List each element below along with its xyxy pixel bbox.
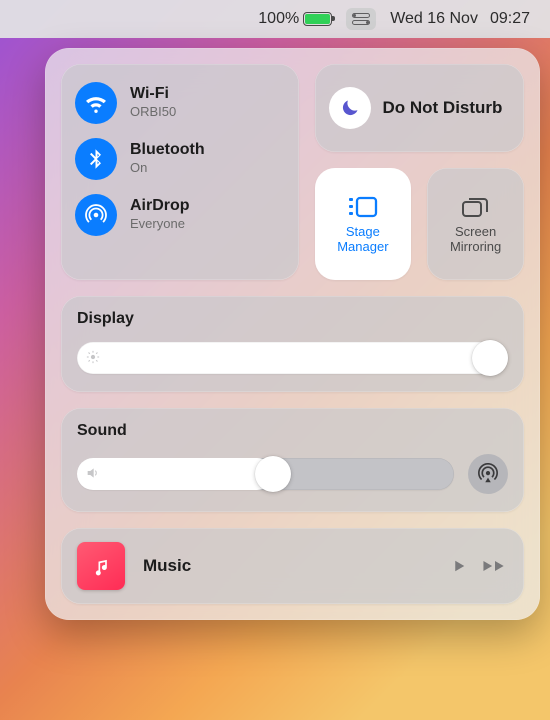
sound-label: Sound (77, 422, 508, 440)
stage-manager-icon (347, 194, 379, 220)
stage-manager-toggle[interactable]: Stage Manager (315, 168, 412, 280)
fast-forward-icon[interactable] (482, 557, 508, 575)
wifi-icon (75, 82, 117, 124)
stage-manager-label: Stage Manager (319, 225, 408, 254)
screen-mirroring-icon (460, 194, 492, 220)
control-center-panel: Wi-Fi ORBI50 Bluetooth On AirDrop (45, 48, 540, 620)
display-slider-thumb[interactable] (472, 340, 508, 376)
airdrop-visibility: Everyone (130, 217, 190, 231)
bluetooth-label: Bluetooth (130, 142, 205, 159)
battery-percent-label: 100% (258, 10, 299, 28)
battery-status[interactable]: 100% (258, 10, 332, 28)
bluetooth-status: On (130, 161, 205, 175)
display-label: Display (77, 310, 508, 328)
sound-volume-slider[interactable] (77, 458, 454, 490)
connectivity-card: Wi-Fi ORBI50 Bluetooth On AirDrop (61, 64, 299, 280)
control-center-menubar-icon[interactable] (346, 8, 376, 30)
volume-icon (85, 465, 103, 483)
airplay-audio-button[interactable] (468, 454, 508, 494)
wifi-label: Wi-Fi (130, 86, 176, 103)
display-brightness-slider[interactable] (77, 342, 508, 374)
airdrop-toggle[interactable]: AirDrop Everyone (75, 187, 285, 243)
wifi-toggle[interactable]: Wi-Fi ORBI50 (75, 75, 285, 131)
battery-icon (303, 12, 332, 26)
sound-card: Sound (61, 408, 524, 512)
music-app-icon (77, 542, 125, 590)
screen-mirroring-label: Screen Mirroring (431, 225, 520, 254)
menubar-date[interactable]: Wed 16 Nov (390, 10, 478, 28)
now-playing-card[interactable]: Music (61, 528, 524, 604)
brightness-icon (85, 349, 103, 367)
do-not-disturb-label: Do Not Disturb (383, 99, 503, 117)
play-icon[interactable] (450, 557, 468, 575)
menu-bar: 100% Wed 16 Nov 09:27 (0, 0, 550, 38)
airdrop-icon (75, 194, 117, 236)
menubar-time[interactable]: 09:27 (490, 10, 530, 28)
bluetooth-toggle[interactable]: Bluetooth On (75, 131, 285, 187)
do-not-disturb-toggle[interactable]: Do Not Disturb (315, 64, 525, 152)
airplay-audio-icon (477, 463, 499, 485)
wifi-network-name: ORBI50 (130, 105, 176, 119)
now-playing-title: Music (143, 556, 191, 576)
screen-mirroring-button[interactable]: Screen Mirroring (427, 168, 524, 280)
airdrop-label: AirDrop (130, 198, 190, 215)
sound-slider-thumb[interactable] (255, 456, 291, 492)
bluetooth-icon (75, 138, 117, 180)
display-card: Display (61, 296, 524, 392)
moon-icon (329, 87, 371, 129)
